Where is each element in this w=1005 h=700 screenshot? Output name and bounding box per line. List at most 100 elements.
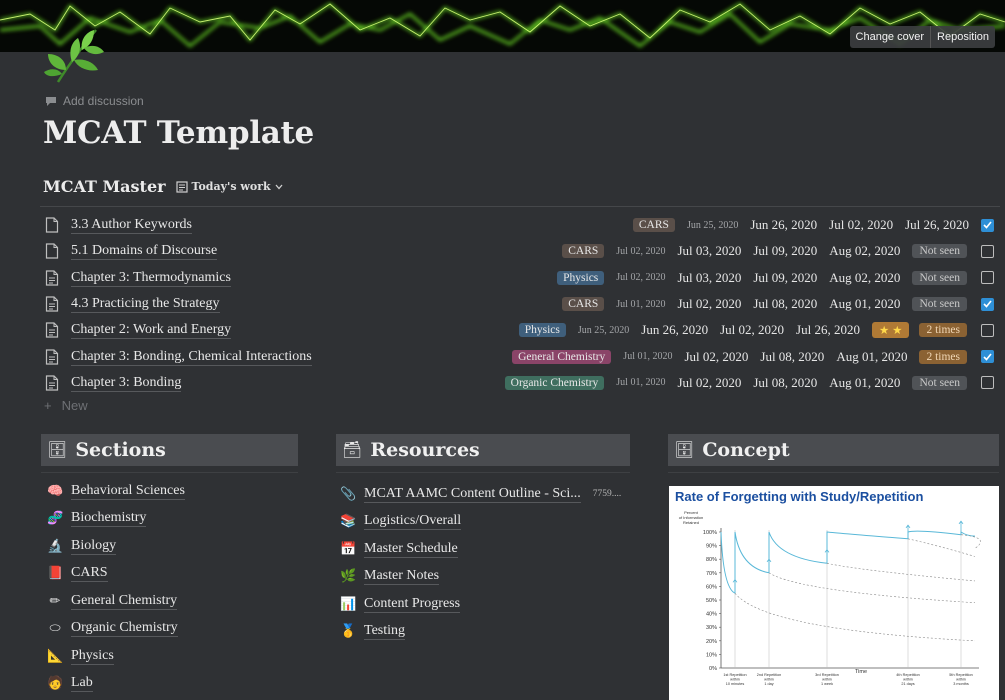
change-cover-button[interactable]: Change cover <box>850 26 931 48</box>
review-date-1: Jul 03, 2020 <box>677 269 742 285</box>
pencil-icon: ✏ <box>49 592 61 608</box>
review-date-2: Jul 08, 2020 <box>753 296 818 312</box>
status-badge[interactable]: Not seen <box>912 375 967 390</box>
concept-header[interactable]: 🗄 Concept <box>668 434 999 466</box>
x-tick-label: 3 months <box>953 682 969 686</box>
list-item[interactable]: 📅 Master Schedule <box>340 535 621 563</box>
done-checkbox[interactable] <box>981 297 994 311</box>
check-icon <box>983 353 992 361</box>
sections-header[interactable]: 🗄 Sections <box>41 434 298 466</box>
table-row[interactable]: Chapter 3: Thermodynamics Physics Jul 02, … <box>40 265 1000 291</box>
created-date: Jul 01, 2020 <box>616 377 666 389</box>
subject-tag[interactable]: CARS <box>562 244 605 259</box>
done-checkbox[interactable] <box>981 271 994 285</box>
row-properties: Physics Jul 02, 2020 Jul 03, 2020 Jul 09, 2… <box>557 265 994 291</box>
row-title[interactable]: 5.1 Domains of Discourse <box>71 242 218 261</box>
table-row[interactable]: 4.3 Practicing the Strategy CARS Jul 01, 2… <box>40 291 1000 317</box>
herb-page-icon[interactable] <box>44 22 108 86</box>
reposition-button[interactable]: Reposition <box>930 26 995 48</box>
sections-divider <box>41 472 298 473</box>
page-title[interactable]: MCAT Template <box>43 115 314 151</box>
database-title[interactable]: MCAT Master <box>43 177 166 196</box>
dna-icon: 🧬 <box>47 510 64 526</box>
list-item[interactable]: 🔬 Biology <box>47 532 185 560</box>
row-title[interactable]: 3.3 Author Keywords <box>71 216 192 235</box>
forgetting-projection <box>768 572 976 604</box>
list-item[interactable]: 🧑 Lab <box>47 670 185 698</box>
forgetting-curve-image[interactable]: Rate of Forgetting with Study/Repetition… <box>669 486 999 700</box>
microscope-icon: 🔬 <box>47 537 64 553</box>
list-item[interactable]: 🧬 Biochemistry <box>47 505 185 533</box>
new-row-button[interactable]: + New <box>44 398 88 413</box>
sections-heading: Sections <box>75 439 166 461</box>
list-view-icon <box>175 180 188 193</box>
subject-tag[interactable]: Physics <box>557 270 605 285</box>
list-item-label: CARS <box>71 565 108 583</box>
list-item[interactable]: ✏ General Chemistry <box>47 587 185 615</box>
created-date: Jul 02, 2020 <box>616 272 666 284</box>
list-item-label: General Chemistry <box>71 592 178 610</box>
done-checkbox[interactable] <box>981 376 994 390</box>
review-date-3: Jul 26, 2020 <box>796 322 860 338</box>
database-divider <box>40 206 1000 207</box>
ruler-icon: 📐 <box>47 647 64 663</box>
list-item[interactable]: 📎 MCAT AAMC Content Outline - Sci... 7759.… <box>340 480 621 508</box>
status-badge[interactable]: Not seen <box>912 270 967 285</box>
table-row[interactable]: Chapter 3: Bonding, Chemical Interaction… <box>40 343 1000 369</box>
row-title[interactable]: Chapter 3: Bonding, Chemical Interaction… <box>71 348 312 366</box>
table-row[interactable]: 3.3 Author Keywords CARS Jun 25, 2020 Jun 2… <box>40 212 1000 238</box>
review-date-2: Jul 02, 2020 <box>829 217 894 233</box>
y-tick-label: 70% <box>706 571 717 577</box>
done-checkbox[interactable] <box>981 218 994 232</box>
list-item[interactable]: 🥇 Testing <box>340 618 621 646</box>
table-row[interactable]: Chapter 2: Work and Energy Physics Jun 25,… <box>40 317 1000 343</box>
view-selector[interactable]: Today's work <box>175 180 283 193</box>
x-tick-label: within <box>764 678 774 682</box>
subject-tag[interactable]: Organic Chemistry <box>504 375 605 390</box>
done-checkbox[interactable] <box>981 350 994 364</box>
status-badge[interactable]: 2 times <box>919 323 967 338</box>
repetition-arrow <box>905 524 911 537</box>
row-title[interactable]: Chapter 3: Bonding <box>71 374 182 392</box>
list-item-label: Biochemistry <box>71 510 147 528</box>
review-date-1: Jul 02, 2020 <box>677 296 742 312</box>
subject-tag[interactable]: General Chemistry <box>512 349 612 364</box>
list-item[interactable]: 📕 CARS <box>47 560 185 588</box>
review-date-2: Jul 09, 2020 <box>753 243 818 259</box>
table-row[interactable]: Chapter 3: Bonding Organic Chemistry Jul 0… <box>40 370 1000 396</box>
x-tick-label: within <box>822 678 832 682</box>
subject-tag[interactable]: CARS <box>562 297 605 312</box>
list-item[interactable]: 🌿 Master Notes <box>340 563 621 591</box>
table-row[interactable]: 5.1 Domains of Discourse CARS Jul 02, 2020… <box>40 238 1000 264</box>
done-checkbox[interactable] <box>981 244 994 258</box>
y-tick-label: 60% <box>706 584 717 590</box>
repetition-arrow <box>732 578 738 591</box>
status-badge[interactable]: Not seen <box>912 297 967 312</box>
review-date-3: Aug 01, 2020 <box>829 296 901 312</box>
row-properties: Physics Jun 25, 2020 Jun 26, 2020 Jul 02, 2… <box>518 317 994 343</box>
list-item[interactable]: 📚 Logistics/Overall <box>340 508 621 536</box>
resources-header[interactable]: 🗃 Resources <box>336 434 630 466</box>
list-item[interactable]: 🧠 Behavioral Sciences <box>47 477 185 505</box>
row-title[interactable]: Chapter 2: Work and Energy <box>71 321 232 340</box>
row-properties: CARS Jul 01, 2020 Jul 02, 2020 Jul 08, 2020… <box>562 291 994 317</box>
row-title[interactable]: 4.3 Practicing the Strategy <box>71 295 220 314</box>
list-item[interactable]: 📐 Physics <box>47 642 185 670</box>
add-discussion-button[interactable]: Add discussion <box>45 94 144 108</box>
subject-tag[interactable]: CARS <box>632 218 675 233</box>
review-date-3: Aug 01, 2020 <box>836 348 908 364</box>
list-item[interactable]: 📊 Content Progress <box>340 590 621 618</box>
y-tick-label: 90% <box>706 544 717 550</box>
star-rating[interactable]: ★ ★ <box>871 322 910 339</box>
status-badge[interactable]: 2 times <box>919 349 967 364</box>
subject-tag[interactable]: Physics <box>518 323 566 338</box>
x-tick-label: 4th Repetition <box>896 673 919 677</box>
list-item[interactable]: ⬭ Organic Chemistry <box>47 615 185 643</box>
page-cover[interactable]: Change cover Reposition <box>0 0 1005 52</box>
done-checkbox[interactable] <box>981 323 994 337</box>
row-properties: CARS Jul 02, 2020 Jul 03, 2020 Jul 09, 2020… <box>562 238 994 264</box>
y-tick-label: 20% <box>706 639 717 645</box>
row-title[interactable]: Chapter 3: Thermodynamics <box>71 269 231 287</box>
row-properties: Organic Chemistry Jul 01, 2020 Jul 02, 202… <box>504 370 994 396</box>
status-badge[interactable]: Not seen <box>912 244 967 259</box>
